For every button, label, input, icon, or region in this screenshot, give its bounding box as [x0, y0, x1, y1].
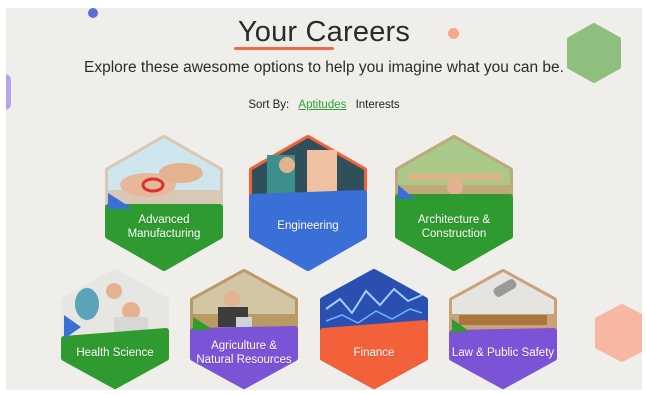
decorative-orange-hexagon — [595, 304, 642, 362]
career-label: Health Science — [76, 347, 154, 359]
career-tile-advanced-manufacturing[interactable]: Advanced Manufacturing — [103, 135, 225, 271]
career-tile-law-public-safety[interactable]: Law & Public Safety — [447, 269, 559, 389]
courtroom-icon — [449, 269, 557, 389]
career-label: Advanced Manufacturing — [127, 214, 201, 240]
sort-bar: Sort By: Aptitudes Interests — [6, 99, 642, 111]
career-label: Finance — [353, 347, 395, 359]
careers-canvas: Your Careers Explore these awesome optio… — [6, 8, 642, 390]
career-label: Engineering — [277, 220, 339, 232]
lab-workers-icon — [61, 269, 169, 389]
career-label: Architecture & Construction — [417, 214, 491, 240]
career-tile-engineering[interactable]: Engineering — [247, 135, 369, 271]
sort-option-interests[interactable]: Interests — [356, 99, 400, 111]
construction-site-icon — [395, 135, 513, 271]
stock-chart-icon — [320, 269, 428, 389]
career-tile-agriculture-natural-resources[interactable]: Agriculture & Natural Resources — [188, 269, 300, 389]
career-tile-architecture-construction[interactable]: Architecture & Construction — [393, 135, 515, 271]
page-subtitle: Explore these awesome options to help yo… — [84, 59, 564, 76]
sort-label: Sort By: — [248, 99, 290, 111]
career-tile-health-science[interactable]: Health Science — [59, 269, 171, 389]
career-label: Law & Public Safety — [451, 347, 555, 359]
career-tile-finance[interactable]: Finance — [318, 269, 430, 389]
sort-option-aptitudes[interactable]: Aptitudes — [298, 99, 346, 111]
career-label: Agriculture & Natural Resources — [196, 340, 292, 366]
page-title: Your Careers — [237, 16, 411, 48]
engineers-icon — [249, 135, 367, 271]
title-underline — [234, 47, 334, 50]
hands-cable-icon — [105, 135, 223, 271]
farmer-icon — [190, 269, 298, 389]
